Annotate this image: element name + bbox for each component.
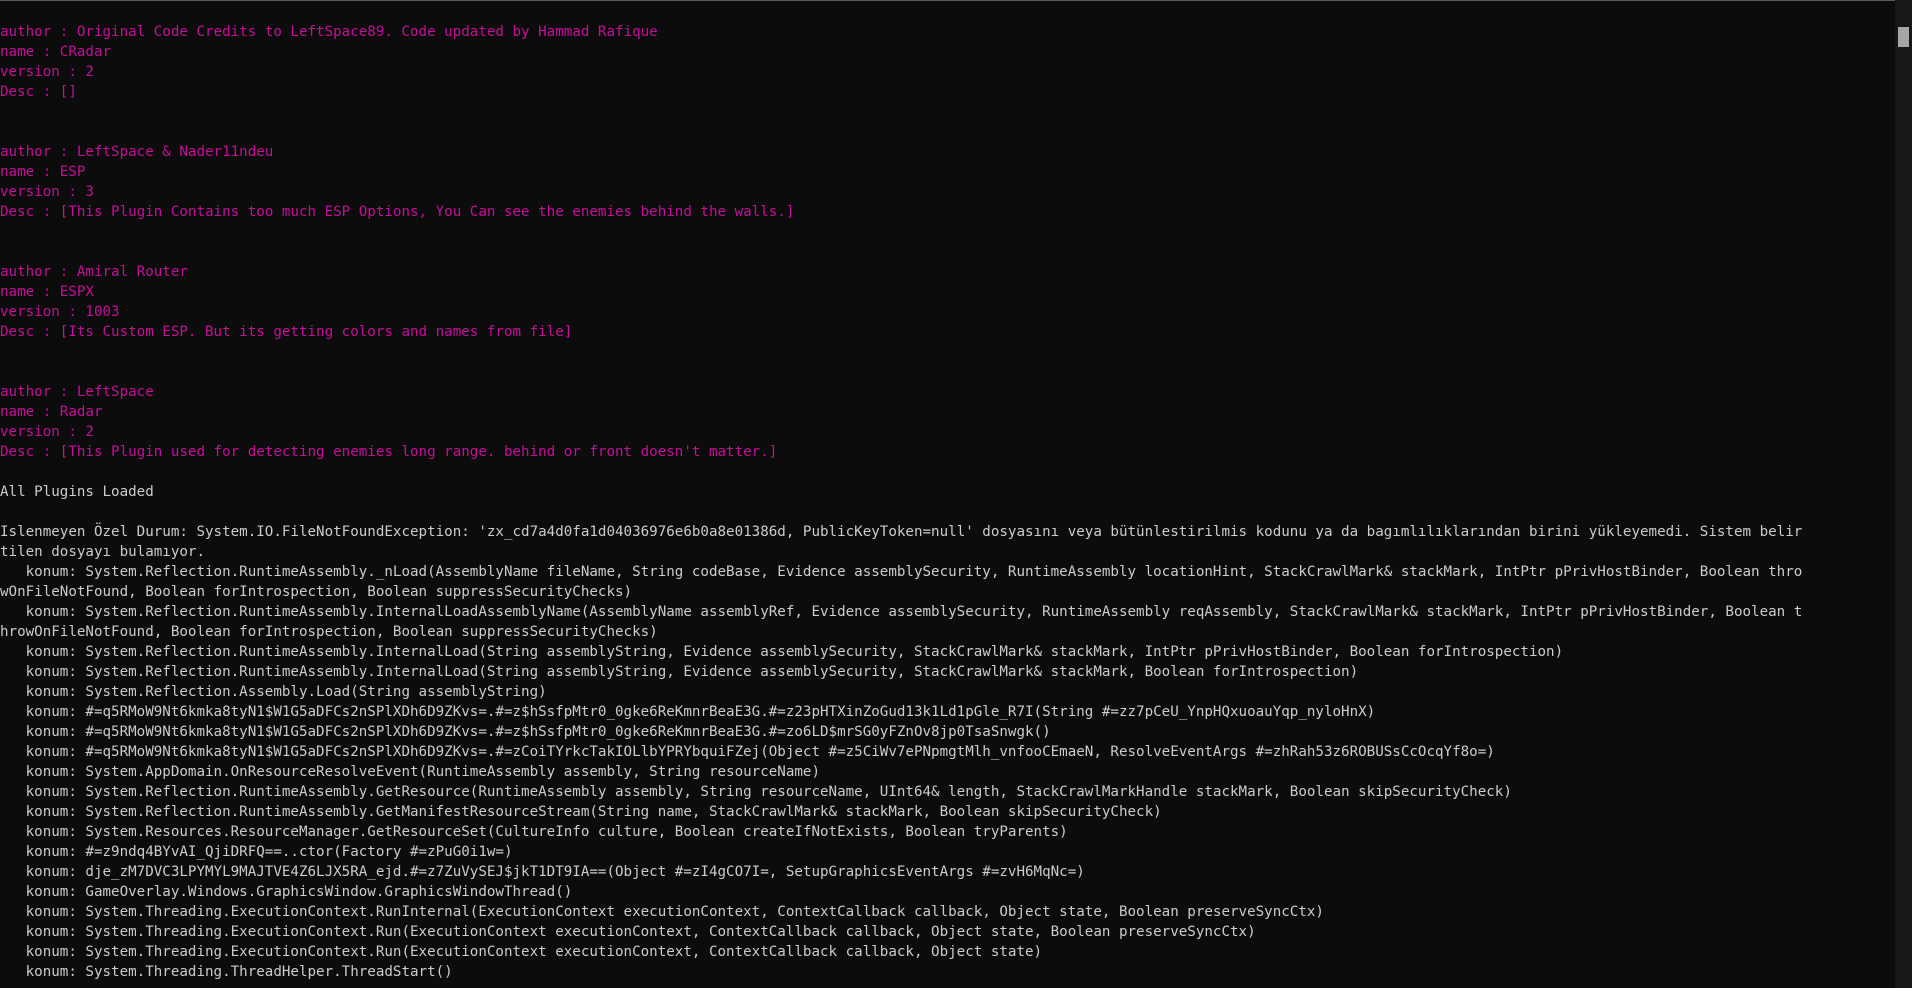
console-line: konum: System.Resources.ResourceManager.… <box>0 824 1068 840</box>
console-line: wOnFileNotFound, Boolean forIntrospectio… <box>0 584 633 600</box>
console-line: konum: System.Reflection.RuntimeAssembly… <box>0 644 1564 660</box>
console-line: author : Original Code Credits to LeftSp… <box>0 24 658 40</box>
console-line: name : ESP <box>0 164 86 180</box>
console-line: All Plugins Loaded <box>0 484 154 500</box>
console-line: version : 1003 <box>0 304 120 320</box>
console-window[interactable]: author : Original Code Credits to LeftSp… <box>0 0 1912 988</box>
console-line: konum: System.Reflection.RuntimeAssembly… <box>0 784 1512 800</box>
console-line: version : 2 <box>0 424 94 440</box>
console-line: konum: System.AppDomain.OnResourceResolv… <box>0 764 820 780</box>
console-line: konum: System.Reflection.Assembly.Load(S… <box>0 684 547 700</box>
console-line: konum: System.Reflection.RuntimeAssembly… <box>0 564 1803 580</box>
console-line: author : LeftSpace <box>0 384 154 400</box>
console-line: konum: GameOverlay.Windows.GraphicsWindo… <box>0 884 573 900</box>
console-line: author : LeftSpace & Nader11ndeu <box>0 144 274 160</box>
console-line: konum: #=q5RMoW9Nt6kmka8tyN1$W1G5aDFCs2n… <box>0 704 1376 720</box>
console-line: version : 2 <box>0 64 94 80</box>
console-output: author : Original Code Credits to LeftSp… <box>0 22 1895 982</box>
console-line: Islenmeyen Özel Durum: System.IO.FileNot… <box>0 524 1803 540</box>
console-line: konum: System.Reflection.RuntimeAssembly… <box>0 664 1359 680</box>
console-line: konum: System.Threading.ExecutionContext… <box>0 904 1324 920</box>
console-line: konum: #=q5RMoW9Nt6kmka8tyN1$W1G5aDFCs2n… <box>0 724 1051 740</box>
console-line: name : CRadar <box>0 44 112 60</box>
console-line: konum: #=z9ndq4BYvAI_QjiDRFQ==..ctor(Fac… <box>0 844 513 860</box>
console-line: konum: System.Threading.ExecutionContext… <box>0 944 1043 960</box>
console-line: konum: dje_zM7DVC3LPYMYL9MAJTVE4Z6LJX5RA… <box>0 864 1085 880</box>
console-line: author : Amiral Router <box>0 264 188 280</box>
console-line: tilen dosyayı bulamıyor. <box>0 544 205 560</box>
vertical-scrollbar[interactable] <box>1895 0 1912 988</box>
console-line: Desc : [This Plugin Contains too much ES… <box>0 204 795 220</box>
console-line: konum: System.Reflection.RuntimeAssembly… <box>0 604 1803 620</box>
window-top-border <box>0 0 1912 1</box>
console-line: hrowOnFileNotFound, Boolean forIntrospec… <box>0 624 658 640</box>
console-line: konum: #=q5RMoW9Nt6kmka8tyN1$W1G5aDFCs2n… <box>0 744 1495 760</box>
console-line: Desc : [This Plugin used for detecting e… <box>0 444 778 460</box>
console-line: konum: System.Threading.ThreadHelper.Thr… <box>0 964 453 980</box>
console-line: name : ESPX <box>0 284 94 300</box>
console-line: Desc : [Its Custom ESP. But its getting … <box>0 324 573 340</box>
console-line: Desc : [] <box>0 84 77 100</box>
console-line: konum: System.Reflection.RuntimeAssembly… <box>0 804 1162 820</box>
console-line: name : Radar <box>0 404 103 420</box>
console-line: version : 3 <box>0 184 94 200</box>
scrollbar-thumb[interactable] <box>1898 27 1909 47</box>
console-line: konum: System.Threading.ExecutionContext… <box>0 924 1256 940</box>
